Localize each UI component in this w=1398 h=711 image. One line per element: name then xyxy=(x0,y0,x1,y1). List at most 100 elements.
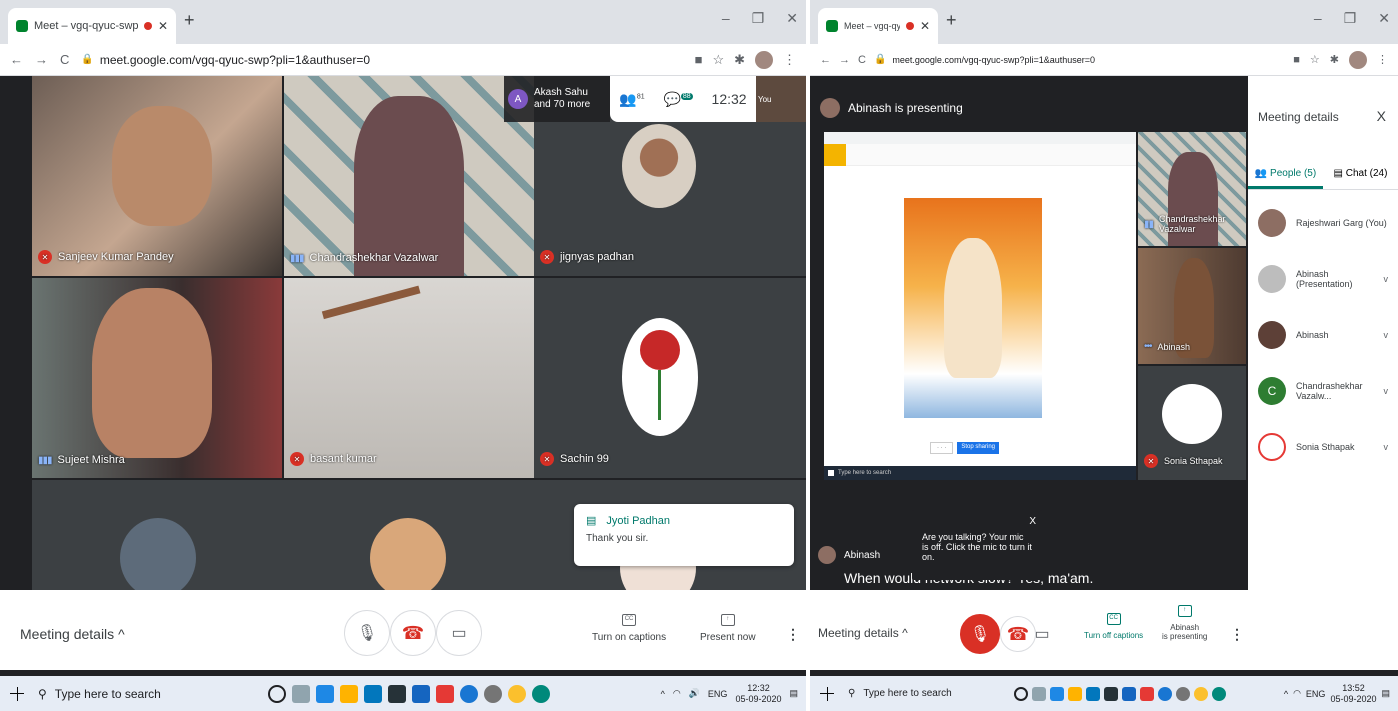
restore-icon[interactable]: ❐ xyxy=(1344,10,1357,27)
chrome-profile-icon[interactable] xyxy=(532,684,550,703)
app-icon[interactable] xyxy=(388,684,406,703)
participant-tile[interactable]: ✕ basant kumar xyxy=(284,278,534,478)
explorer-icon[interactable] xyxy=(340,684,358,703)
chat-button[interactable]: 💬 88 xyxy=(663,91,693,108)
participant-avatar[interactable] xyxy=(370,518,446,590)
camera-button[interactable]: ▭ xyxy=(436,610,482,656)
participant-tile[interactable]: ▮▮ Chandrashekhar Vazalwar xyxy=(1138,132,1246,246)
back-icon[interactable]: ← xyxy=(820,54,831,66)
wifi-icon[interactable]: ◠ xyxy=(1293,688,1301,699)
minimize-icon[interactable]: – xyxy=(722,10,730,27)
participant-tile[interactable]: ✕ Sachin 99 xyxy=(534,278,806,478)
host-banner[interactable]: A Akash Sahu and 70 more xyxy=(504,76,610,122)
presenting-button[interactable]: ↑ Abinash is presenting xyxy=(1162,604,1207,641)
cortana-icon[interactable] xyxy=(1014,686,1028,701)
chevron-up-icon[interactable]: ^ xyxy=(661,689,665,699)
presentation-screen[interactable]: · · · Stop sharing Type here to search xyxy=(824,132,1136,480)
notification-icon[interactable]: ▤ xyxy=(789,688,798,699)
cortana-app-icon[interactable] xyxy=(1158,686,1172,701)
people-button[interactable]: 👥81 xyxy=(619,91,644,108)
dropbox-icon[interactable] xyxy=(1122,686,1136,701)
back-icon[interactable]: ← xyxy=(10,52,23,67)
more-options-icon[interactable]: ⋮ xyxy=(1230,626,1244,643)
tab-people[interactable]: 👥 People (5) xyxy=(1248,160,1323,189)
new-tab-icon[interactable]: + xyxy=(184,10,195,31)
browser-tab[interactable]: Meet – vgq-qyuc-swp ✕ xyxy=(8,8,176,44)
app-icon[interactable] xyxy=(1104,686,1118,701)
camera-icon[interactable]: ■ xyxy=(1293,54,1300,66)
participant-tile[interactable]: ✕ Sanjeev Kumar Pandey xyxy=(32,76,282,276)
chrome-icon[interactable] xyxy=(508,684,526,703)
person-row[interactable]: Rajeshwari Garg (You) xyxy=(1248,198,1398,248)
chrome-icon[interactable] xyxy=(1194,686,1208,701)
participant-tile[interactable]: ▮▮▮ Chandrashekhar Vazalwar xyxy=(284,76,534,276)
close-tab-icon[interactable]: ✕ xyxy=(158,19,168,33)
taskbar-search[interactable]: ⚲ Type here to search xyxy=(848,688,998,699)
person-row[interactable]: C Chandrashekhar Vazalw... v xyxy=(1248,366,1398,416)
windows-start-icon[interactable] xyxy=(10,686,24,701)
person-row[interactable]: Abinash v xyxy=(1248,310,1398,360)
menu-icon[interactable]: ⋮ xyxy=(1377,53,1388,66)
star-icon[interactable]: ☆ xyxy=(1310,53,1320,66)
forward-icon[interactable]: → xyxy=(35,52,48,67)
windows-start-icon[interactable] xyxy=(820,686,834,701)
edge-icon[interactable] xyxy=(1050,686,1064,701)
chevron-up-icon[interactable]: ^ xyxy=(1284,689,1288,699)
person-row[interactable]: Abinash (Presentation) v xyxy=(1248,254,1398,304)
edge-icon[interactable] xyxy=(316,684,334,703)
person-row[interactable]: Sonia Sthapak v xyxy=(1248,422,1398,472)
self-preview[interactable]: You xyxy=(756,76,806,122)
cortana-app-icon[interactable] xyxy=(460,684,478,703)
app-icon[interactable] xyxy=(1140,686,1154,701)
app-icon[interactable] xyxy=(436,684,454,703)
url-field[interactable]: 🔒 meet.google.com/vgq-qyuc-swp?pli=1&aut… xyxy=(81,48,682,72)
puzzle-icon[interactable]: ✱ xyxy=(1330,53,1339,66)
profile-avatar[interactable] xyxy=(755,50,773,69)
cortana-icon[interactable] xyxy=(268,684,286,703)
taskbar-search[interactable]: ⚲ Type here to search xyxy=(38,687,248,701)
present-button[interactable]: ↑ Present now xyxy=(700,612,756,643)
star-icon[interactable]: ☆ xyxy=(712,52,724,68)
stop-sharing-button[interactable]: Stop sharing xyxy=(957,442,1000,454)
new-tab-icon[interactable]: + xyxy=(946,10,957,31)
wifi-icon[interactable]: ◠ xyxy=(673,688,681,699)
close-window-icon[interactable]: ✕ xyxy=(1378,10,1390,27)
participant-tile[interactable]: ▮▮▮ Sujeet Mishra xyxy=(32,278,282,478)
close-window-icon[interactable]: ✕ xyxy=(786,10,798,27)
profile-avatar[interactable] xyxy=(1349,50,1367,69)
captions-button[interactable]: CC Turn on captions xyxy=(592,612,666,643)
chrome-profile-icon[interactable] xyxy=(1212,686,1226,701)
lang-indicator[interactable]: ENG xyxy=(708,689,728,699)
participant-tile[interactable]: ••• Abinash xyxy=(1138,248,1246,364)
participant-avatar[interactable] xyxy=(120,518,196,590)
more-options-icon[interactable]: ⋮ xyxy=(786,626,800,643)
mic-off-button[interactable]: 🎙 xyxy=(960,614,1000,654)
app-icon[interactable] xyxy=(1176,686,1190,701)
app-icon[interactable] xyxy=(484,684,502,703)
camera-icon[interactable]: ■ xyxy=(695,52,703,67)
taskview-icon[interactable] xyxy=(1032,686,1046,701)
forward-icon[interactable]: → xyxy=(839,54,850,66)
puzzle-icon[interactable]: ✱ xyxy=(734,52,745,68)
close-panel-icon[interactable]: X xyxy=(1377,108,1386,124)
store-icon[interactable] xyxy=(364,684,382,703)
reload-icon[interactable]: C xyxy=(858,54,866,66)
reload-icon[interactable]: C xyxy=(60,52,69,67)
chat-notification[interactable]: ▤ Jyoti Padhan Thank you sir. xyxy=(574,504,794,566)
captions-button[interactable]: CC Turn off captions xyxy=(1084,612,1143,640)
tooltip-close-icon[interactable]: X xyxy=(1029,516,1036,527)
volume-icon[interactable]: 🔊 xyxy=(689,688,700,699)
close-tab-icon[interactable]: ✕ xyxy=(920,19,930,33)
mic-button[interactable]: 🎙 xyxy=(344,610,390,656)
explorer-icon[interactable] xyxy=(1068,686,1082,701)
restore-icon[interactable]: ❐ xyxy=(752,10,765,27)
meeting-details-button[interactable]: Meeting details ^ xyxy=(20,626,125,642)
meeting-details-button[interactable]: Meeting details ^ xyxy=(818,626,908,640)
participant-tile[interactable]: ✕ Sonia Sthapak xyxy=(1138,366,1246,480)
browser-tab[interactable]: Meet – vgq-qyuc-swp ✕ xyxy=(818,8,938,44)
url-field[interactable]: 🔒 meet.google.com/vgq-qyuc-swp?pli=1&aut… xyxy=(874,48,1285,72)
camera-button[interactable]: ▭ xyxy=(1024,616,1060,652)
notification-icon[interactable]: ▤ xyxy=(1381,688,1390,699)
hangup-button[interactable]: ☎ xyxy=(390,610,436,656)
taskview-icon[interactable] xyxy=(292,684,310,703)
